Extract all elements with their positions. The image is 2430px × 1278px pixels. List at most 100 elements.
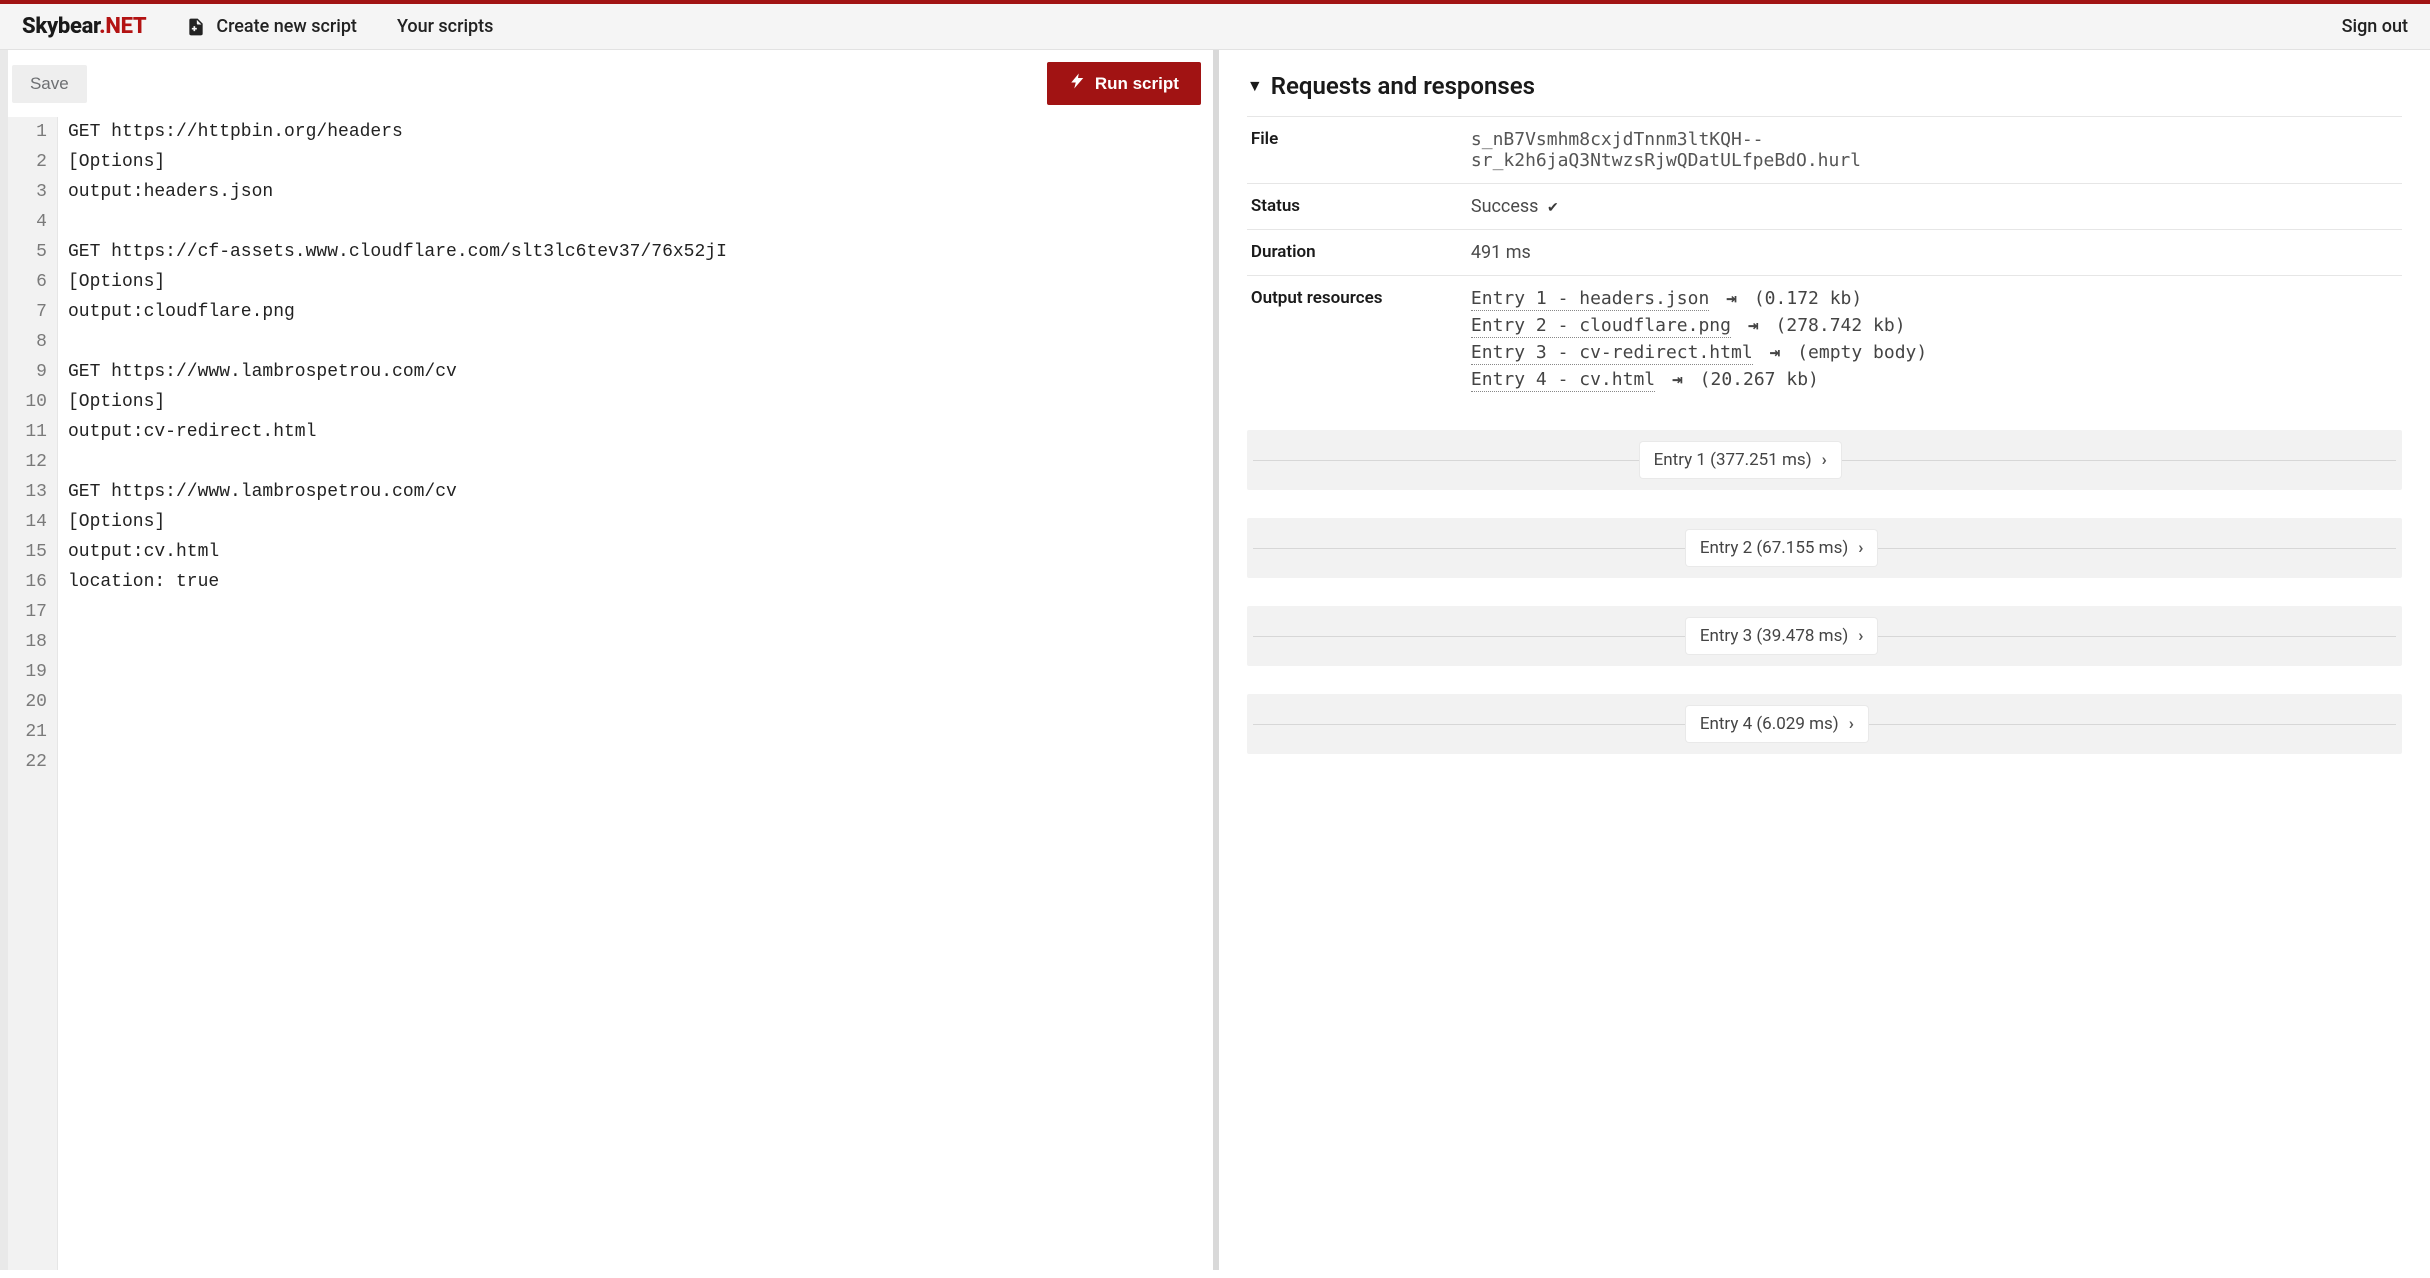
code-area[interactable]: GET https://httpbin.org/headers[Options]… (58, 117, 1213, 1270)
line-number: 17 (18, 597, 47, 627)
entry-bar: Entry 4 (6.029 ms)› (1247, 694, 2402, 754)
download-icon[interactable]: ⇥ (1770, 342, 1781, 363)
entry-chip[interactable]: Entry 4 (6.029 ms)› (1686, 706, 1868, 742)
line-number: 11 (18, 417, 47, 447)
line-number: 6 (18, 267, 47, 297)
line-number: 18 (18, 627, 47, 657)
code-line[interactable] (68, 717, 1213, 747)
line-number: 16 (18, 567, 47, 597)
line-number: 8 (18, 327, 47, 357)
meta-value-status: Success ✔ (1467, 184, 2402, 230)
triangle-down-icon: ▼ (1247, 76, 1263, 96)
run-button-label: Run script (1095, 74, 1179, 94)
download-icon[interactable]: ⇥ (1672, 369, 1683, 390)
chevron-right-icon: › (1849, 714, 1854, 734)
status-text: Success (1471, 196, 1539, 217)
resource-link[interactable]: Entry 1 - headers.json (1471, 288, 1709, 311)
line-number: 14 (18, 507, 47, 537)
line-number: 2 (18, 147, 47, 177)
brand-logo[interactable]: Skybear.NET (22, 14, 146, 39)
file-plus-icon (186, 17, 206, 37)
resource-row: Entry 1 - headers.json ⇥ (0.172 kb) (1471, 288, 2398, 309)
file-line-2: sr_k2h6jaQ3NtwzsRjwQDatULfpeBdO.hurl (1471, 150, 2398, 171)
code-line[interactable]: [Options] (68, 267, 1213, 297)
line-number: 7 (18, 297, 47, 327)
meta-label-file: File (1247, 117, 1467, 184)
entry-label: Entry 2 (67.155 ms) (1700, 538, 1848, 558)
save-button[interactable]: Save (12, 65, 87, 103)
meta-label-duration: Duration (1247, 230, 1467, 276)
entry-chip[interactable]: Entry 1 (377.251 ms)› (1640, 442, 1841, 478)
line-number-gutter: 12345678910111213141516171819202122 (8, 117, 58, 1270)
line-number: 3 (18, 177, 47, 207)
code-line[interactable]: GET https://cf-assets.www.cloudflare.com… (68, 237, 1213, 267)
chevron-right-icon: › (1858, 626, 1863, 646)
your-scripts-label: Your scripts (397, 16, 493, 37)
your-scripts-link[interactable]: Your scripts (397, 16, 493, 37)
results-title: Requests and responses (1271, 72, 1535, 100)
code-line[interactable]: [Options] (68, 507, 1213, 537)
resource-link[interactable]: Entry 2 - cloudflare.png (1471, 315, 1731, 338)
meta-value-resources: Entry 1 - headers.json ⇥ (0.172 kb)Entry… (1467, 276, 2402, 403)
resource-size: (278.742 kb) (1776, 315, 1906, 336)
line-number: 12 (18, 447, 47, 477)
code-line[interactable] (68, 597, 1213, 627)
create-script-link[interactable]: Create new script (186, 16, 357, 37)
code-line[interactable] (68, 657, 1213, 687)
code-line[interactable] (68, 207, 1213, 237)
code-line[interactable]: GET https://www.lambrospetrou.com/cv (68, 477, 1213, 507)
meta-label-resources: Output resources (1247, 276, 1467, 403)
top-nav: Skybear.NET Create new script Your scrip… (0, 4, 2430, 50)
code-line[interactable]: output:cloudflare.png (68, 297, 1213, 327)
line-number: 22 (18, 747, 47, 777)
resource-size: (20.267 kb) (1700, 369, 1819, 390)
code-line[interactable]: output:cv-redirect.html (68, 417, 1213, 447)
code-line[interactable]: location: true (68, 567, 1213, 597)
results-panel: ▼ Requests and responses File s_nB7Vsmhm… (1219, 50, 2430, 1270)
meta-row-resources: Output resources Entry 1 - headers.json … (1247, 276, 2402, 403)
code-line[interactable]: GET https://www.lambrospetrou.com/cv (68, 357, 1213, 387)
code-line[interactable]: output:cv.html (68, 537, 1213, 567)
entry-bar: Entry 2 (67.155 ms) › (1247, 518, 2402, 578)
meta-value-duration: 491 ms (1467, 230, 2402, 276)
editor-panel: Save Run script 123456789101112131415161… (8, 50, 1219, 1270)
sign-out-label: Sign out (2342, 16, 2408, 37)
resource-row: Entry 4 - cv.html ⇥ (20.267 kb) (1471, 369, 2398, 390)
check-icon: ✔ (1547, 200, 1559, 216)
results-header[interactable]: ▼ Requests and responses (1247, 72, 2402, 100)
entry-chip[interactable]: Entry 3 (39.478 ms) › (1686, 618, 1878, 654)
code-line[interactable] (68, 747, 1213, 777)
entry-label: Entry 3 (39.478 ms) (1700, 626, 1848, 646)
line-number: 5 (18, 237, 47, 267)
line-number: 13 (18, 477, 47, 507)
code-line[interactable]: GET https://httpbin.org/headers (68, 117, 1213, 147)
download-icon[interactable]: ⇥ (1748, 315, 1759, 336)
resource-link[interactable]: Entry 3 - cv-redirect.html (1471, 342, 1753, 365)
resource-row: Entry 3 - cv-redirect.html ⇥ (empty body… (1471, 342, 2398, 363)
chevron-right-icon: › (1858, 538, 1863, 558)
resource-row: Entry 2 - cloudflare.png ⇥ (278.742 kb) (1471, 315, 2398, 336)
entry-chip[interactable]: Entry 2 (67.155 ms) › (1686, 530, 1878, 566)
resource-link[interactable]: Entry 4 - cv.html (1471, 369, 1655, 392)
line-number: 20 (18, 687, 47, 717)
code-line[interactable] (68, 447, 1213, 477)
main-split: Save Run script 123456789101112131415161… (0, 50, 2430, 1270)
sign-out-link[interactable]: Sign out (2342, 16, 2408, 37)
line-number: 19 (18, 657, 47, 687)
download-icon[interactable]: ⇥ (1726, 288, 1737, 309)
code-line[interactable]: [Options] (68, 387, 1213, 417)
brand-name: Skybear (22, 14, 99, 39)
file-line-1: s_nB7Vsmhm8cxjdTnnm3ltKQH-- (1471, 129, 2398, 150)
code-line[interactable] (68, 627, 1213, 657)
code-line[interactable] (68, 327, 1213, 357)
code-editor[interactable]: 12345678910111213141516171819202122 GET … (8, 117, 1213, 1270)
code-line[interactable]: [Options] (68, 147, 1213, 177)
entry-timeline: Entry 1 (377.251 ms)› Entry 2 (67.155 ms)… (1247, 430, 2402, 754)
code-line[interactable]: output:headers.json (68, 177, 1213, 207)
code-line[interactable] (68, 687, 1213, 717)
line-number: 15 (18, 537, 47, 567)
editor-toolbar: Save Run script (8, 50, 1213, 117)
meta-row-file: File s_nB7Vsmhm8cxjdTnnm3ltKQH-- sr_k2h6… (1247, 117, 2402, 184)
chevron-right-icon: › (1822, 450, 1827, 470)
run-button[interactable]: Run script (1047, 62, 1201, 105)
